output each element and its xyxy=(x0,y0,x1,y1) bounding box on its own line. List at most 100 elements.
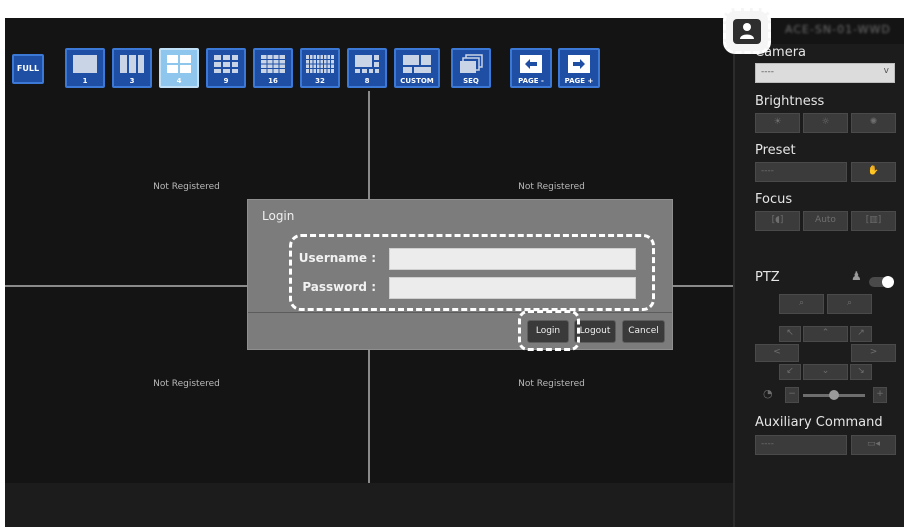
chevron-down-icon: v xyxy=(883,66,889,76)
sequence-button[interactable]: SEQ xyxy=(451,48,491,88)
minus-icon: − xyxy=(788,389,796,399)
device-name: ACE-SN-01-WWD xyxy=(785,23,891,36)
auxiliary-send-button[interactable]: ▭◂ xyxy=(851,435,896,455)
user-icon xyxy=(740,23,754,39)
page-next-label: PAGE + xyxy=(564,77,594,85)
brightness-down-button[interactable]: ☀ xyxy=(755,113,800,133)
focus-far-button[interactable]: [▥] xyxy=(851,211,896,231)
sequence-icon xyxy=(460,54,483,73)
speed-gauge-icon: ◔ xyxy=(763,387,773,400)
layout-3-icon xyxy=(120,55,144,73)
ptz-left-button[interactable]: < xyxy=(755,344,799,362)
layout-3-button[interactable]: 3 xyxy=(112,48,152,88)
ptz-speed-slider-handle[interactable] xyxy=(829,390,839,400)
layout-4-label: 4 xyxy=(176,77,182,85)
control-panel: Camera ---- v Brightness ☀ ☼ ✺ Preset --… xyxy=(733,44,904,527)
layout-32-button[interactable]: 32 xyxy=(300,48,340,88)
zoom-out-icon: ⌕ xyxy=(798,298,805,308)
brightness-up-button[interactable]: ✺ xyxy=(851,113,896,133)
cell-status: Not Registered xyxy=(518,379,585,389)
focus-far-icon: [▥] xyxy=(865,215,882,225)
layout-16-button[interactable]: 16 xyxy=(253,48,293,88)
auxiliary-select[interactable]: ---- xyxy=(755,435,847,455)
page-prev-label: PAGE - xyxy=(518,77,544,85)
layout-1-label: 1 xyxy=(82,77,88,85)
ptz-title: PTZ xyxy=(755,270,780,285)
page-next-button[interactable]: PAGE + xyxy=(558,48,600,88)
layout-3-label: 3 xyxy=(129,77,135,85)
auxiliary-select-value: ---- xyxy=(761,439,774,449)
credentials-highlight xyxy=(289,234,655,311)
logout-button[interactable]: Logout xyxy=(574,320,616,343)
user-button[interactable] xyxy=(733,19,761,44)
sun-large-icon: ✺ xyxy=(869,117,878,127)
chevron-left-icon: < xyxy=(773,347,781,357)
zoom-in-button[interactable]: ⌕ xyxy=(827,294,872,314)
layout-toolbar: FULL 1 3 4 9 16 32 8 CUSTOM SEQ PAGE - P… xyxy=(5,44,733,91)
layout-32-icon xyxy=(306,55,334,73)
full-button-label: FULL xyxy=(16,64,40,73)
brightness-reset-button[interactable]: ☼ xyxy=(803,113,848,133)
layout-custom-button[interactable]: CUSTOM xyxy=(394,48,440,88)
zoom-out-button[interactable]: ⌕ xyxy=(779,294,824,314)
speed-decrease-button[interactable]: − xyxy=(785,387,799,403)
plus-icon: + xyxy=(876,389,884,399)
chevron-right-icon: > xyxy=(869,347,878,357)
layout-9-button[interactable]: 9 xyxy=(206,48,246,88)
layout-16-label: 16 xyxy=(268,77,278,85)
layout-16-icon xyxy=(261,55,285,73)
cell-status: Not Registered xyxy=(153,379,220,389)
send-command-icon: ▭◂ xyxy=(866,439,881,449)
camera-select[interactable]: ---- v xyxy=(755,63,895,83)
speed-increase-button[interactable]: + xyxy=(873,387,887,403)
arrow-up-right-icon: ↗ xyxy=(857,328,865,338)
hand-icon: ✋ xyxy=(867,166,880,176)
dialog-divider xyxy=(248,312,672,313)
layout-8-button[interactable]: 8 xyxy=(347,48,387,88)
zoom-in-icon: ⌕ xyxy=(846,298,853,308)
layout-9-icon xyxy=(214,55,238,73)
layout-1-icon xyxy=(73,55,97,73)
joystick-icon: ♟ xyxy=(851,269,862,283)
auxiliary-title: Auxiliary Command xyxy=(755,415,883,430)
preset-title: Preset xyxy=(755,143,796,158)
layout-1-button[interactable]: 1 xyxy=(65,48,105,88)
ptz-down-left-button[interactable]: ↙ xyxy=(779,364,801,380)
grid-footer xyxy=(5,483,733,527)
focus-near-icon: [◖] xyxy=(771,215,784,225)
chevron-up-icon: ⌃ xyxy=(821,328,830,338)
focus-near-button[interactable]: [◖] xyxy=(755,211,800,231)
ptz-up-button[interactable]: ⌃ xyxy=(803,326,848,342)
ptz-down-right-button[interactable]: ↘ xyxy=(850,364,872,380)
cancel-button[interactable]: Cancel xyxy=(622,320,665,343)
layout-32-label: 32 xyxy=(315,77,325,85)
layout-4-icon xyxy=(167,55,191,73)
brightness-title: Brightness xyxy=(755,94,825,109)
login-highlight xyxy=(518,310,580,351)
ptz-toggle[interactable] xyxy=(869,276,894,288)
layout-4-button[interactable]: 4 xyxy=(159,48,199,88)
ptz-toggle-knob xyxy=(882,276,894,288)
ptz-down-button[interactable]: ⌄ xyxy=(803,364,848,380)
ptz-right-button[interactable]: > xyxy=(851,344,896,362)
focus-title: Focus xyxy=(755,192,793,207)
focus-auto-button[interactable]: Auto xyxy=(803,211,848,231)
sun-icon: ☼ xyxy=(821,117,830,127)
ptz-up-right-button[interactable]: ↗ xyxy=(850,326,872,342)
preset-go-button[interactable]: ✋ xyxy=(851,162,896,182)
full-screen-button[interactable]: FULL xyxy=(12,54,44,84)
preset-select[interactable]: ---- xyxy=(755,162,847,182)
page-prev-button[interactable]: PAGE - xyxy=(510,48,552,88)
layout-custom-label: CUSTOM xyxy=(400,77,434,85)
arrow-up-left-icon: ↖ xyxy=(786,328,794,338)
cell-status: Not Registered xyxy=(153,182,220,192)
sun-small-icon: ☀ xyxy=(773,117,782,127)
camera-select-value: ---- xyxy=(761,67,774,77)
ptz-up-left-button[interactable]: ↖ xyxy=(779,326,801,342)
layout-8-icon xyxy=(355,55,379,73)
dialog-title: Login xyxy=(262,209,295,223)
preset-select-value: ---- xyxy=(761,166,774,176)
layout-custom-icon xyxy=(403,55,431,73)
cell-status: Not Registered xyxy=(518,182,585,192)
focus-auto-label: Auto xyxy=(815,215,836,225)
